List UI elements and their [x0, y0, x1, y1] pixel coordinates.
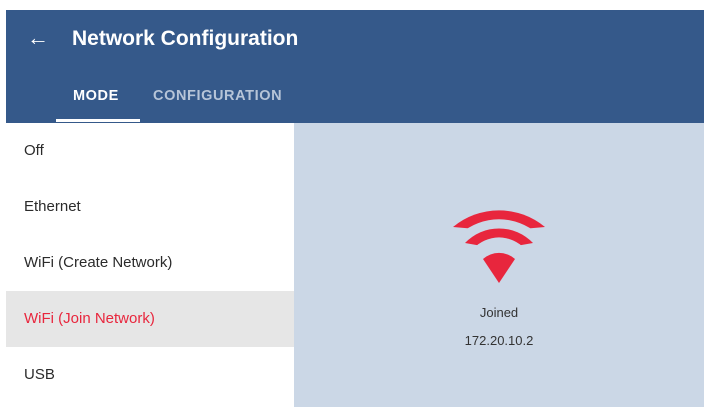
mode-item-label: USB	[24, 366, 55, 383]
page-title: Network Configuration	[72, 27, 299, 50]
mode-item-wifi-create-network[interactable]: WiFi (Create Network)	[6, 235, 294, 291]
back-arrow-icon[interactable]: ←	[26, 25, 50, 51]
active-tab-indicator	[56, 119, 140, 122]
wifi-icon	[453, 210, 545, 283]
connection-status-panel: Joined 172.20.10.2	[294, 123, 704, 407]
network-configuration-screen: ← Network Configuration MODE CONFIGURATI…	[6, 10, 704, 407]
mode-item-wifi-join-network[interactable]: WiFi (Join Network)	[6, 291, 294, 347]
mode-item-label: WiFi (Join Network)	[24, 310, 155, 327]
mode-list: Off Ethernet WiFi (Create Network) WiFi …	[6, 123, 294, 407]
connection-state-text: Joined	[479, 305, 519, 320]
mode-item-label: Ethernet	[24, 198, 81, 215]
app-bar: ← Network Configuration MODE CONFIGURATI…	[6, 10, 704, 123]
mode-item-label: WiFi (Create Network)	[24, 254, 173, 271]
tab-mode[interactable]: MODE	[73, 85, 119, 107]
tab-configuration[interactable]: CONFIGURATION	[153, 85, 282, 107]
mode-item-label: Off	[24, 142, 44, 159]
ip-address-text: 172.20.10.2	[464, 333, 534, 348]
mode-item-usb[interactable]: USB	[6, 347, 294, 403]
mode-item-off[interactable]: Off	[6, 123, 294, 179]
mode-item-ethernet[interactable]: Ethernet	[6, 179, 294, 235]
